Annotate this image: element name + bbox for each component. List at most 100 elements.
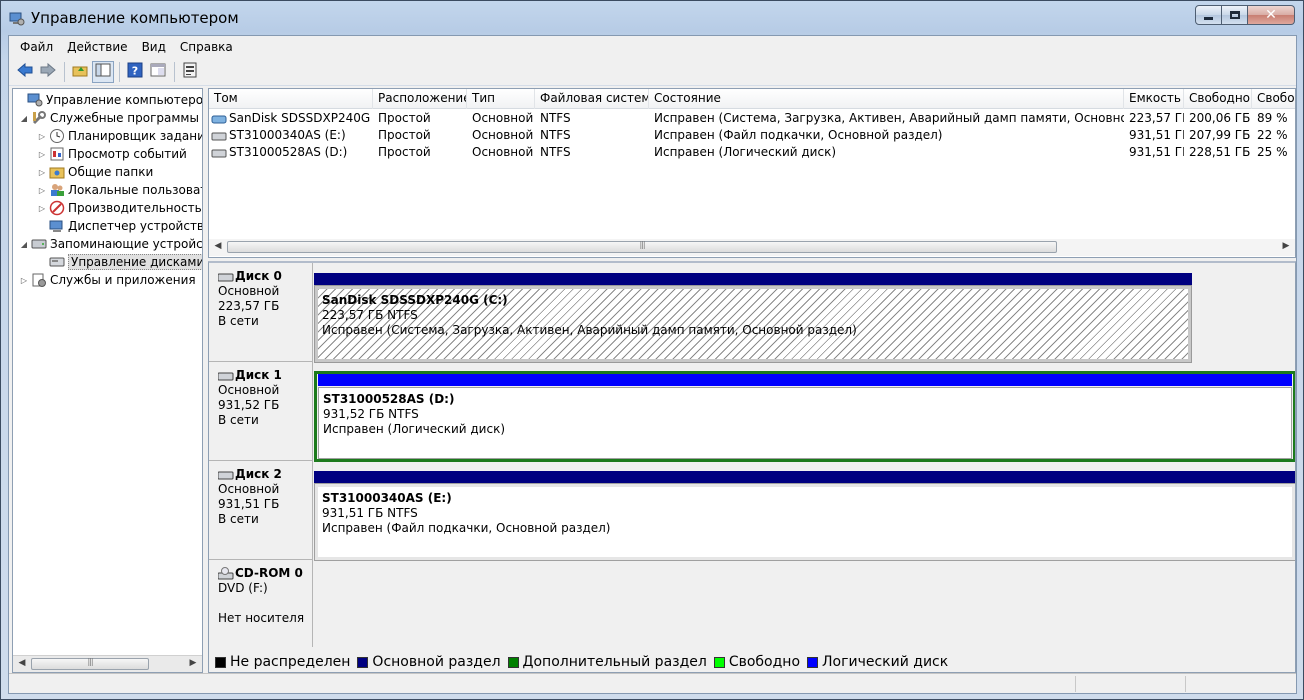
forward-arrow-icon: [39, 62, 57, 81]
minimize-icon: [1204, 16, 1213, 20]
disk-legend: Не распределен Основной раздел Дополните…: [208, 647, 1296, 673]
tree-item-disk-management[interactable]: Управление дисками: [37, 253, 202, 271]
show-hide-tree-button[interactable]: [92, 60, 114, 83]
expanded-arrow-icon[interactable]: ◢: [19, 114, 29, 123]
tree-item-storage[interactable]: ◢ Запоминающие устройст: [19, 235, 202, 253]
cdrom-0-label[interactable]: CD-ROM 0 DVD (F:) Нет носителя: [209, 560, 313, 660]
properties-view-icon: [150, 62, 166, 81]
collapsed-arrow-icon[interactable]: ▷: [37, 186, 47, 195]
tree-item-services-apps[interactable]: ▷ Службы и приложения: [19, 271, 196, 289]
status-bar: [9, 673, 1296, 693]
column-header-capacity[interactable]: Емкость: [1124, 89, 1184, 109]
console-tree[interactable]: Управление компьютером (ло ◢ Служебные п…: [12, 88, 203, 673]
legend-swatch: [713, 656, 725, 668]
tree-item-event-viewer[interactable]: ▷ Просмотр событий: [37, 145, 187, 163]
status-bar-divider: [1075, 676, 1076, 692]
collapsed-arrow-icon[interactable]: ▷: [37, 132, 47, 141]
collapsed-arrow-icon[interactable]: ▷: [19, 276, 29, 285]
column-header-free-space[interactable]: Свободно: [1184, 89, 1252, 109]
scroll-right-icon[interactable]: ▶: [187, 658, 199, 668]
legend-primary: Основной раздел: [357, 654, 501, 670]
ssd-drive-icon: [211, 113, 227, 125]
expanded-arrow-icon[interactable]: ◢: [19, 240, 29, 249]
scroll-right-icon[interactable]: ▶: [1280, 241, 1292, 251]
partition-c[interactable]: SanDisk SDSSDXP240G (C:) 223,57 ГБ NTFS …: [314, 285, 1192, 363]
column-header-status[interactable]: Состояние: [649, 89, 1124, 109]
partition-e[interactable]: ST31000340AS (E:) 931,51 ГБ NTFS Исправе…: [314, 483, 1295, 561]
hard-disk-icon: [218, 271, 234, 283]
tree-horizontal-scrollbar[interactable]: ◀ ▶: [13, 655, 202, 672]
help-button[interactable]: ?: [124, 61, 146, 83]
column-header-filesystem[interactable]: Файловая система: [535, 89, 649, 109]
menu-help[interactable]: Справка: [173, 37, 240, 57]
computer-management-icon: [9, 11, 25, 27]
toolbar-separator: [174, 61, 175, 82]
menu-action[interactable]: Действие: [60, 37, 134, 57]
up-one-level-button[interactable]: [69, 61, 91, 83]
tree-item-device-manager[interactable]: Диспетчер устройств: [37, 217, 202, 235]
partition-d[interactable]: ST31000528AS (D:) 931,52 ГБ NTFS Исправе…: [318, 387, 1292, 459]
collapsed-arrow-icon[interactable]: ▷: [37, 150, 47, 159]
forward-button[interactable]: [37, 61, 59, 83]
tree-item-local-users[interactable]: ▷ Локальные пользовате: [37, 181, 202, 199]
up-folder-icon: [72, 62, 88, 81]
menu-view[interactable]: Вид: [135, 37, 173, 57]
column-header-type[interactable]: Тип: [467, 89, 535, 109]
export-icon: [182, 62, 198, 81]
hard-drive-icon: [211, 147, 227, 159]
computer-management-window: Управление компьютером ✕ Файл Действие В…: [0, 0, 1304, 700]
menu-file[interactable]: Файл: [13, 37, 60, 57]
collapsed-arrow-icon[interactable]: ▷: [37, 168, 47, 177]
back-arrow-icon: [16, 62, 34, 81]
event-viewer-icon: [49, 146, 65, 162]
close-button[interactable]: ✕: [1248, 5, 1295, 25]
legend-unallocated: Не распределен: [215, 654, 350, 670]
column-header-volume[interactable]: Том: [209, 89, 373, 109]
disk-map: Диск 0 Основной 223,57 ГБ В сети SanDisk…: [208, 261, 1296, 673]
volume-list-header: Том Расположение Тип Файловая система Со…: [209, 89, 1295, 109]
maximize-button[interactable]: [1222, 5, 1248, 25]
performance-icon: [49, 200, 65, 216]
toolbar-separator: [64, 61, 65, 82]
title-bar[interactable]: Управление компьютером ✕: [1, 1, 1303, 35]
users-icon: [49, 182, 65, 198]
volume-row[interactable]: SanDisk SDSSDXP240G (C:) Простой Основно…: [209, 110, 1295, 127]
disk-1-partitions: ST31000528AS (D:) 931,52 ГБ NTFS Исправе…: [314, 371, 1295, 462]
legend-swatch: [507, 656, 519, 668]
disk-1-label[interactable]: Диск 1 Основной 931,52 ГБ В сети: [209, 362, 313, 461]
back-button[interactable]: [14, 61, 36, 83]
column-header-layout[interactable]: Расположение: [373, 89, 467, 109]
hard-drive-icon: [211, 130, 227, 142]
properties-view-button[interactable]: [147, 61, 169, 83]
services-icon: [31, 272, 47, 288]
tree-item-system-tools[interactable]: ◢ Служебные программы: [19, 109, 199, 127]
maximize-icon: [1229, 11, 1240, 19]
tree-item-task-scheduler[interactable]: ▷ Планировщик заданий: [37, 127, 202, 145]
scroll-left-icon[interactable]: ◀: [212, 241, 224, 251]
toolbar-separator: [119, 61, 120, 82]
volume-row[interactable]: ST31000528AS (D:) Простой Основной NTFS …: [209, 144, 1295, 161]
scroll-thumb[interactable]: [227, 241, 1057, 253]
minimize-button[interactable]: [1195, 5, 1222, 25]
scroll-left-icon[interactable]: ◀: [16, 658, 28, 668]
tree-item-computer-management[interactable]: Управление компьютером (ло: [15, 91, 202, 109]
disk-2-label[interactable]: Диск 2 Основной 931,51 ГБ В сети: [209, 461, 313, 560]
client-area: Файл Действие Вид Справка ? Управление к…: [8, 35, 1297, 694]
volume-list-horizontal-scrollbar[interactable]: ◀ ▶: [209, 239, 1295, 256]
volume-row[interactable]: ST31000340AS (E:) Простой Основной NTFS …: [209, 127, 1295, 144]
disk-0-label[interactable]: Диск 0 Основной 223,57 ГБ В сети: [209, 263, 313, 362]
legend-extended: Дополнительный раздел: [507, 654, 707, 670]
svg-text:?: ?: [132, 65, 138, 78]
legend-logical: Логический диск: [807, 654, 948, 670]
status-bar-divider: [1185, 676, 1186, 692]
scroll-thumb[interactable]: [31, 658, 149, 670]
hard-disk-icon: [218, 469, 234, 481]
collapsed-arrow-icon[interactable]: ▷: [37, 204, 47, 213]
primary-partition-bar: [314, 471, 1295, 483]
column-header-free-percent[interactable]: Свобод: [1252, 89, 1295, 109]
export-list-button[interactable]: [179, 61, 201, 83]
window-title: Управление компьютером: [31, 9, 239, 27]
tree-item-shared-folders[interactable]: ▷ Общие папки: [37, 163, 153, 181]
toolbar: ?: [9, 58, 1296, 86]
tree-item-performance[interactable]: ▷ Производительность: [37, 199, 202, 217]
